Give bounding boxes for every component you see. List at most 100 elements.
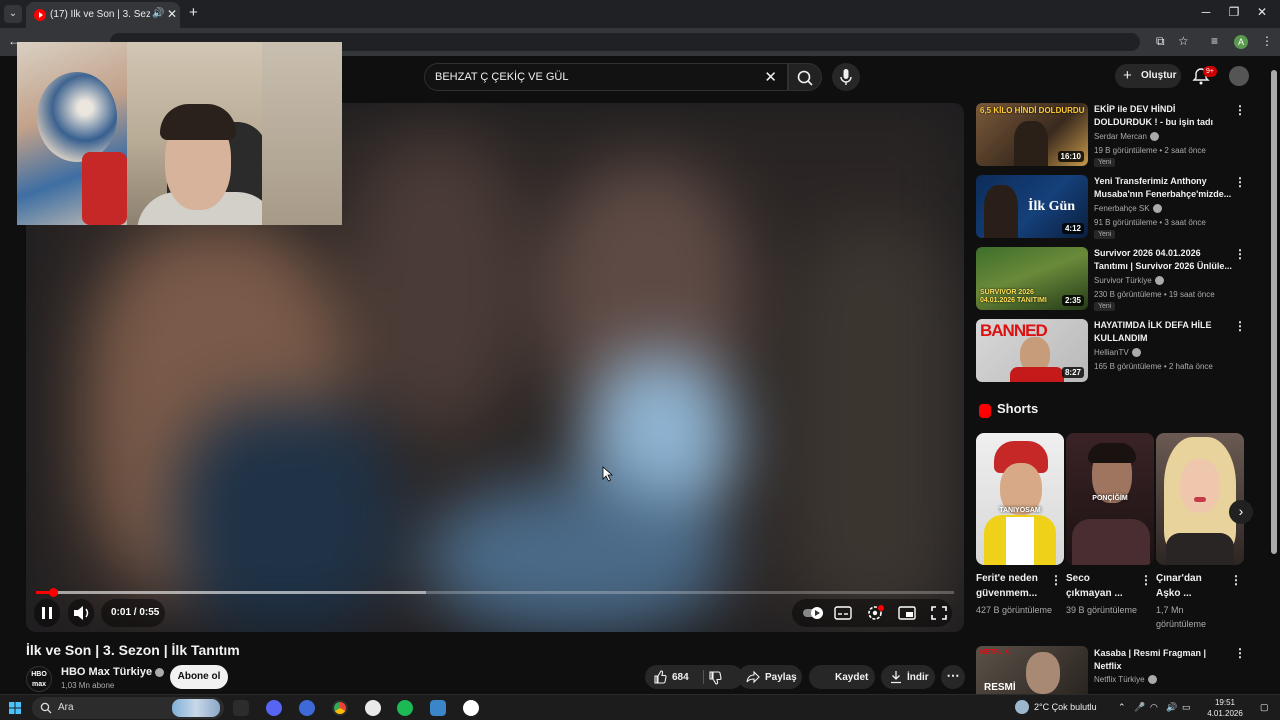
short-title[interactable]: Ferit'e neden güvenmem... xyxy=(976,571,1048,601)
restore-button[interactable]: ❐ xyxy=(1224,5,1244,19)
recommendation-channel[interactable]: Serdar Mercan xyxy=(1094,132,1159,142)
tab-search-icon[interactable]: ⌄ xyxy=(4,5,22,23)
more-options-icon[interactable]: ⋮ xyxy=(1234,319,1246,333)
recommendation-title[interactable]: HAYATIMDA İLK DEFA HİLE KULLANDIM xyxy=(1094,319,1232,345)
new-tab-button[interactable]: + xyxy=(189,4,198,21)
subtitles-icon[interactable] xyxy=(834,605,852,621)
profile-avatar[interactable]: A xyxy=(1234,35,1248,49)
voice-search-button[interactable] xyxy=(832,63,860,91)
recommendation-channel[interactable]: Survivor Türkiye xyxy=(1094,276,1164,286)
time-readout: 0:01 / 0:55 xyxy=(111,607,160,618)
windows-start-icon[interactable] xyxy=(9,702,21,714)
progress-scrubber[interactable] xyxy=(48,588,58,597)
search-highlight-image xyxy=(172,699,220,717)
speaker-icon[interactable]: 🔊 xyxy=(152,8,164,19)
tab-close-icon[interactable]: ✕ xyxy=(167,7,177,21)
recommendation-title[interactable]: Survivor 2026 04.01.2026 Tanıtımı | Surv… xyxy=(1094,247,1232,273)
mouse-cursor-icon xyxy=(602,466,614,482)
tray-battery-icon[interactable]: ▭ xyxy=(1182,702,1191,713)
tray-wifi-icon[interactable]: ◠ xyxy=(1150,702,1158,713)
recommendation-item[interactable]: NETFLIX RESMİ Kasaba | Resmi Fragman | N… xyxy=(976,646,1260,694)
reading-list-icon[interactable]: ≡ xyxy=(1211,34,1218,48)
recommendation-title[interactable]: Kasaba | Resmi Fragman | Netflix xyxy=(1094,647,1232,673)
more-options-icon[interactable]: ⋮ xyxy=(1140,573,1152,587)
download-button[interactable]: İndir xyxy=(881,665,935,689)
more-options-icon[interactable]: ⋮ xyxy=(1234,103,1246,117)
short-title[interactable]: Çınar'dan Aşko ... xyxy=(1156,571,1228,601)
more-options-icon[interactable]: ⋮ xyxy=(1234,646,1246,660)
recommendation-channel[interactable]: Fenerbahçe SK xyxy=(1094,204,1162,214)
recommendation-title[interactable]: EKİP ile DEV HİNDİ DOLDURDUK ! - bu işin… xyxy=(1094,103,1232,129)
spotify-icon[interactable] xyxy=(397,700,413,716)
thumbs-down-icon[interactable] xyxy=(708,671,722,685)
taskbar-search[interactable]: Ara xyxy=(32,697,224,719)
create-button[interactable]: + Oluştur xyxy=(1115,64,1181,88)
install-app-icon[interactable]: ⧉ xyxy=(1156,34,1165,49)
fullscreen-icon[interactable] xyxy=(930,605,948,621)
more-options-icon[interactable]: ⋮ xyxy=(1234,247,1246,261)
recommendation-item[interactable]: BANNED 8:27 HAYATIMDA İLK DEFA HİLE KULL… xyxy=(976,319,1260,383)
autoplay-toggle-icon[interactable] xyxy=(802,605,824,621)
verified-check-icon xyxy=(1152,204,1162,214)
recommendation-item[interactable]: SURVIVOR 2026 04.01.2026 TANITIMI 2:35 S… xyxy=(976,247,1260,311)
thumbs-up-icon[interactable] xyxy=(653,670,667,684)
minimize-button[interactable]: ─ xyxy=(1196,5,1216,19)
recommendation-thumbnail[interactable]: SURVIVOR 2026 04.01.2026 TANITIMI 2:35 xyxy=(976,247,1088,310)
more-options-icon[interactable]: ⋮ xyxy=(1230,573,1242,587)
recommendation-item[interactable]: 6,5 KİLO HİNDİ DOLDURDUM! 16:10 EKİP ile… xyxy=(976,103,1260,167)
recommendation-thumbnail[interactable]: BANNED 8:27 xyxy=(976,319,1088,382)
discord-icon[interactable] xyxy=(266,700,282,716)
like-count[interactable]: 684 xyxy=(672,672,689,683)
recommendation-thumbnail[interactable]: İlk Gün 4:12 xyxy=(976,175,1088,238)
search-input[interactable]: BEHZAT Ç ÇEKİÇ VE GÜL ✕ xyxy=(424,63,788,91)
bookmark-star-icon[interactable]: ☆ xyxy=(1178,34,1189,48)
recommendation-channel[interactable]: HellianTV xyxy=(1094,348,1141,358)
chrome-icon[interactable] xyxy=(332,700,348,716)
progress-bar[interactable] xyxy=(36,588,954,597)
clear-search-icon[interactable]: ✕ xyxy=(764,68,777,86)
settings-gear-icon[interactable] xyxy=(866,605,884,621)
channel-name[interactable]: HBO Max Türkiye xyxy=(61,666,152,678)
share-button[interactable]: Paylaş xyxy=(738,665,802,689)
active-tab[interactable]: (17) İlk ve Son | 3. Sezon | İl 🔊 ✕ xyxy=(26,2,180,28)
play-pause-button[interactable] xyxy=(34,599,60,627)
short-thumbnail[interactable] xyxy=(1156,433,1244,565)
tray-volume-icon[interactable]: 🔊 xyxy=(1166,702,1177,713)
save-button[interactable]: Kaydet xyxy=(809,665,875,689)
recommendation-channel[interactable]: Netflix Türkiye xyxy=(1094,675,1157,685)
weather-text[interactable]: 2°C Çok bulutlu xyxy=(1034,702,1097,712)
app-icon[interactable] xyxy=(299,700,315,716)
shorts-next-button[interactable]: › xyxy=(1229,500,1253,524)
recommendation-meta: 91 B görüntüleme • 3 saat önce xyxy=(1094,218,1206,227)
more-actions-icon[interactable]: ⋯ xyxy=(941,665,965,689)
recommendation-item[interactable]: İlk Gün 4:12 Yeni Transferimiz Anthony M… xyxy=(976,175,1260,239)
short-thumbnail[interactable]: PONÇİĞİM xyxy=(1066,433,1154,565)
app-icon[interactable] xyxy=(430,700,446,716)
notifications-icon[interactable]: ▢ xyxy=(1260,702,1269,713)
short-thumbnail[interactable]: TANIYOSAM xyxy=(976,433,1064,565)
search-button[interactable] xyxy=(788,63,822,91)
recommendation-title[interactable]: Yeni Transferimiz Anthony Musaba'nın Fen… xyxy=(1094,175,1232,201)
channel-avatar[interactable]: HBO max xyxy=(26,666,52,692)
page-scrollbar[interactable] xyxy=(1271,70,1277,554)
tray-mic-icon[interactable]: 🎤 xyxy=(1134,702,1145,713)
short-title[interactable]: Seco çıkmayan ... xyxy=(1066,571,1138,601)
app-icon[interactable] xyxy=(365,700,381,716)
recommendation-thumbnail[interactable]: 6,5 KİLO HİNDİ DOLDURDUM! 16:10 xyxy=(976,103,1088,166)
recommendation-thumbnail[interactable]: NETFLIX RESMİ xyxy=(976,646,1088,694)
tray-chevron-icon[interactable]: ⌃ xyxy=(1118,702,1126,713)
close-window-button[interactable]: ✕ xyxy=(1252,5,1272,19)
subscribe-button[interactable]: Abone ol xyxy=(170,665,228,689)
channel-name-row[interactable]: HBO Max Türkiye xyxy=(61,666,165,678)
more-options-icon[interactable]: ⋮ xyxy=(1050,573,1062,587)
obs-icon[interactable] xyxy=(463,700,479,716)
taskbar-search-placeholder: Ara xyxy=(58,702,74,713)
browser-menu-icon[interactable]: ⋮ xyxy=(1261,34,1273,48)
taskbar-clock[interactable]: 19:51 4.01.2026 xyxy=(1203,697,1247,719)
verified-check-icon xyxy=(1131,348,1141,358)
youtube-account-avatar[interactable] xyxy=(1229,66,1249,86)
miniplayer-icon[interactable] xyxy=(898,605,916,621)
mute-button[interactable] xyxy=(68,599,94,627)
more-options-icon[interactable]: ⋮ xyxy=(1234,175,1246,189)
task-view-icon[interactable] xyxy=(233,700,249,716)
